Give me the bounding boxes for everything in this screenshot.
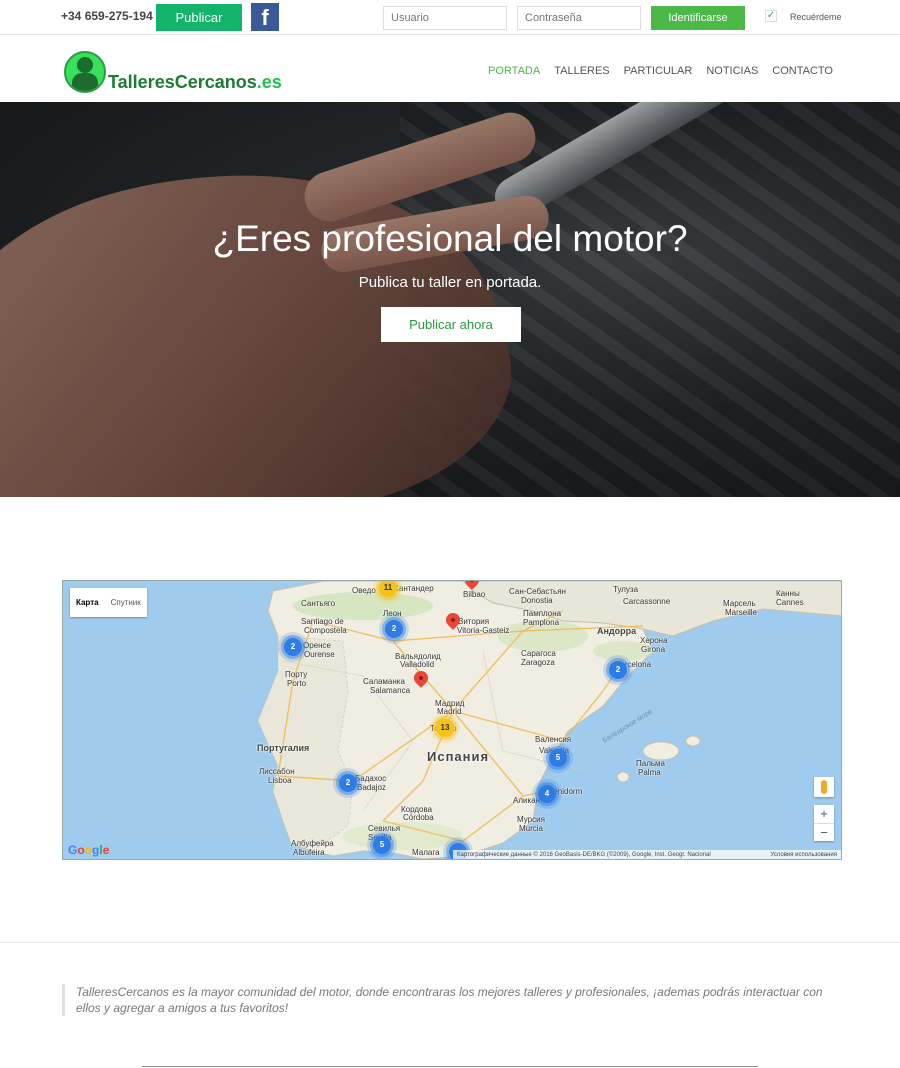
hero-subtitle: Publica tu taller en portada. bbox=[358, 274, 542, 291]
label-city: Cannes bbox=[776, 598, 804, 607]
about-quote: TalleresCercanos es la mayor comunidad d… bbox=[62, 984, 842, 1016]
label-portugal: Португалия bbox=[257, 743, 310, 753]
label-city: Албуфейра bbox=[291, 839, 334, 848]
nav-item-noticias[interactable]: NOTICIAS bbox=[706, 65, 758, 77]
nav-item-contacto[interactable]: CONTACTO bbox=[772, 65, 833, 77]
password-input[interactable] bbox=[517, 6, 641, 30]
hero-banner: ¿Eres profesional del motor? Publica tu … bbox=[0, 102, 900, 497]
label-city: Канны bbox=[776, 589, 800, 598]
publish-button[interactable]: Publicar bbox=[156, 4, 242, 31]
marker-cluster[interactable]: 2 bbox=[339, 774, 357, 792]
hero-title: ¿Eres profesional del motor? bbox=[212, 218, 688, 259]
username-input[interactable] bbox=[383, 6, 507, 30]
label-city: Marseille bbox=[725, 608, 758, 617]
publish-now-button[interactable]: Publicar ahora bbox=[381, 307, 521, 342]
label-city: Madrid bbox=[437, 707, 462, 716]
map-type-satellite[interactable]: Спутник bbox=[105, 588, 147, 617]
label-city: Тулуза bbox=[613, 585, 639, 594]
label-city: Сантьяго bbox=[301, 599, 336, 608]
nav-item-portada[interactable]: PORTADA bbox=[488, 65, 540, 77]
map-type-control: Карта Спутник bbox=[70, 588, 147, 617]
facebook-icon[interactable]: f bbox=[251, 3, 279, 31]
main-navbar: TalleresCercanos.es PORTADA TALLERES PAR… bbox=[0, 35, 900, 102]
label-city: Марсель bbox=[723, 599, 756, 608]
label-city: Carcassonne bbox=[623, 597, 671, 606]
marker-cluster[interactable]: 2 bbox=[385, 620, 403, 638]
label-city: Витория bbox=[458, 617, 490, 626]
label-city: Севилья bbox=[368, 824, 401, 833]
label-city: Bilbao bbox=[463, 590, 486, 599]
label-city: Херона bbox=[640, 636, 668, 645]
mechanic-logo-icon[interactable] bbox=[64, 51, 106, 93]
label-andorra: Андорра bbox=[597, 626, 637, 636]
label-city: Santiago de bbox=[301, 617, 344, 626]
street-view-pegman-icon[interactable] bbox=[814, 777, 834, 797]
label-city: Леон bbox=[383, 609, 402, 618]
label-city: Pamplona bbox=[523, 618, 560, 627]
footer-divider bbox=[142, 1066, 758, 1067]
label-city: Сарагоса bbox=[521, 649, 556, 658]
zoom-control: + − bbox=[814, 805, 834, 841]
label-city: Córdoba bbox=[403, 813, 434, 822]
label-city: Lisboa bbox=[268, 776, 292, 785]
zoom-out-button[interactable]: − bbox=[814, 823, 834, 841]
label-city: Саламанка bbox=[363, 677, 405, 686]
label-city: Murcia bbox=[519, 824, 544, 833]
label-city: Малага bbox=[412, 848, 440, 857]
label-city: Мурсия bbox=[517, 815, 545, 824]
logo-domain: .es bbox=[256, 72, 282, 92]
nav-menu: PORTADA TALLERES PARTICULAR NOTICIAS CON… bbox=[488, 65, 833, 77]
label-city: Лиссабон bbox=[259, 767, 295, 776]
login-button[interactable]: Identificarse bbox=[651, 6, 745, 30]
zoom-in-button[interactable]: + bbox=[814, 805, 834, 823]
label-city: Zaragoza bbox=[521, 658, 555, 667]
phone-number: +34 659-275-194 bbox=[61, 9, 153, 23]
label-city: Compostela bbox=[304, 626, 347, 635]
label-city: Vitoria-Gasteiz bbox=[457, 626, 510, 635]
label-city: Ourense bbox=[304, 650, 335, 659]
label-city: Оведо bbox=[352, 586, 376, 595]
marker-cluster[interactable]: 5 bbox=[373, 836, 391, 854]
map-terms-link[interactable]: Условия использования bbox=[770, 850, 837, 859]
label-city: Girona bbox=[641, 645, 666, 654]
label-city: Пальма bbox=[636, 759, 665, 768]
logo-name: TalleresCercanos bbox=[108, 72, 257, 92]
label-city: Albufeira bbox=[293, 848, 325, 857]
workshops-map[interactable]: Карта Спутник Испания Португалия Андорра… bbox=[62, 580, 842, 860]
label-city: Сан-Себастьян bbox=[509, 587, 566, 596]
marker-cluster[interactable]: 2 bbox=[609, 661, 627, 679]
marker-cluster[interactable]: 13 bbox=[436, 719, 454, 737]
map-attribution: Картографические данные © 2016 GeoBasis-… bbox=[453, 850, 841, 859]
top-bar: +34 659-275-194 Publicar f Identificarse… bbox=[0, 0, 900, 35]
map-type-map[interactable]: Карта bbox=[70, 588, 105, 617]
label-city: Памплона bbox=[523, 609, 562, 618]
label-city: Badajoz bbox=[357, 783, 386, 792]
remember-checkbox[interactable]: ✓ bbox=[765, 10, 777, 22]
label-city: Salamanca bbox=[370, 686, 411, 695]
map-attribution-text: Картографические данные © 2016 GeoBasis-… bbox=[457, 852, 711, 858]
label-city: Бадахос bbox=[355, 774, 387, 783]
remember-label: Recuérdeme bbox=[790, 12, 842, 22]
label-city: Порту bbox=[285, 670, 308, 679]
google-logo: Google bbox=[68, 843, 110, 857]
label-city: Palma bbox=[638, 768, 661, 777]
label-city: Valladolid bbox=[400, 660, 435, 669]
section-divider bbox=[0, 942, 900, 943]
label-city: Оренсе bbox=[303, 641, 331, 650]
nav-item-talleres[interactable]: TALLERES bbox=[554, 65, 609, 77]
label-spain: Испания bbox=[427, 749, 490, 764]
marker-cluster[interactable]: 5 bbox=[549, 749, 567, 767]
label-city: Porto bbox=[287, 679, 307, 688]
marker-cluster[interactable]: 2 bbox=[284, 638, 302, 656]
site-logo[interactable]: TalleresCercanos.es bbox=[108, 72, 282, 93]
label-city: Donostia bbox=[521, 596, 553, 605]
nav-item-particular[interactable]: PARTICULAR bbox=[624, 65, 693, 77]
label-city: Сантандер bbox=[393, 584, 434, 593]
marker-cluster[interactable]: 4 bbox=[538, 785, 556, 803]
label-city: Валенсия bbox=[535, 735, 572, 744]
